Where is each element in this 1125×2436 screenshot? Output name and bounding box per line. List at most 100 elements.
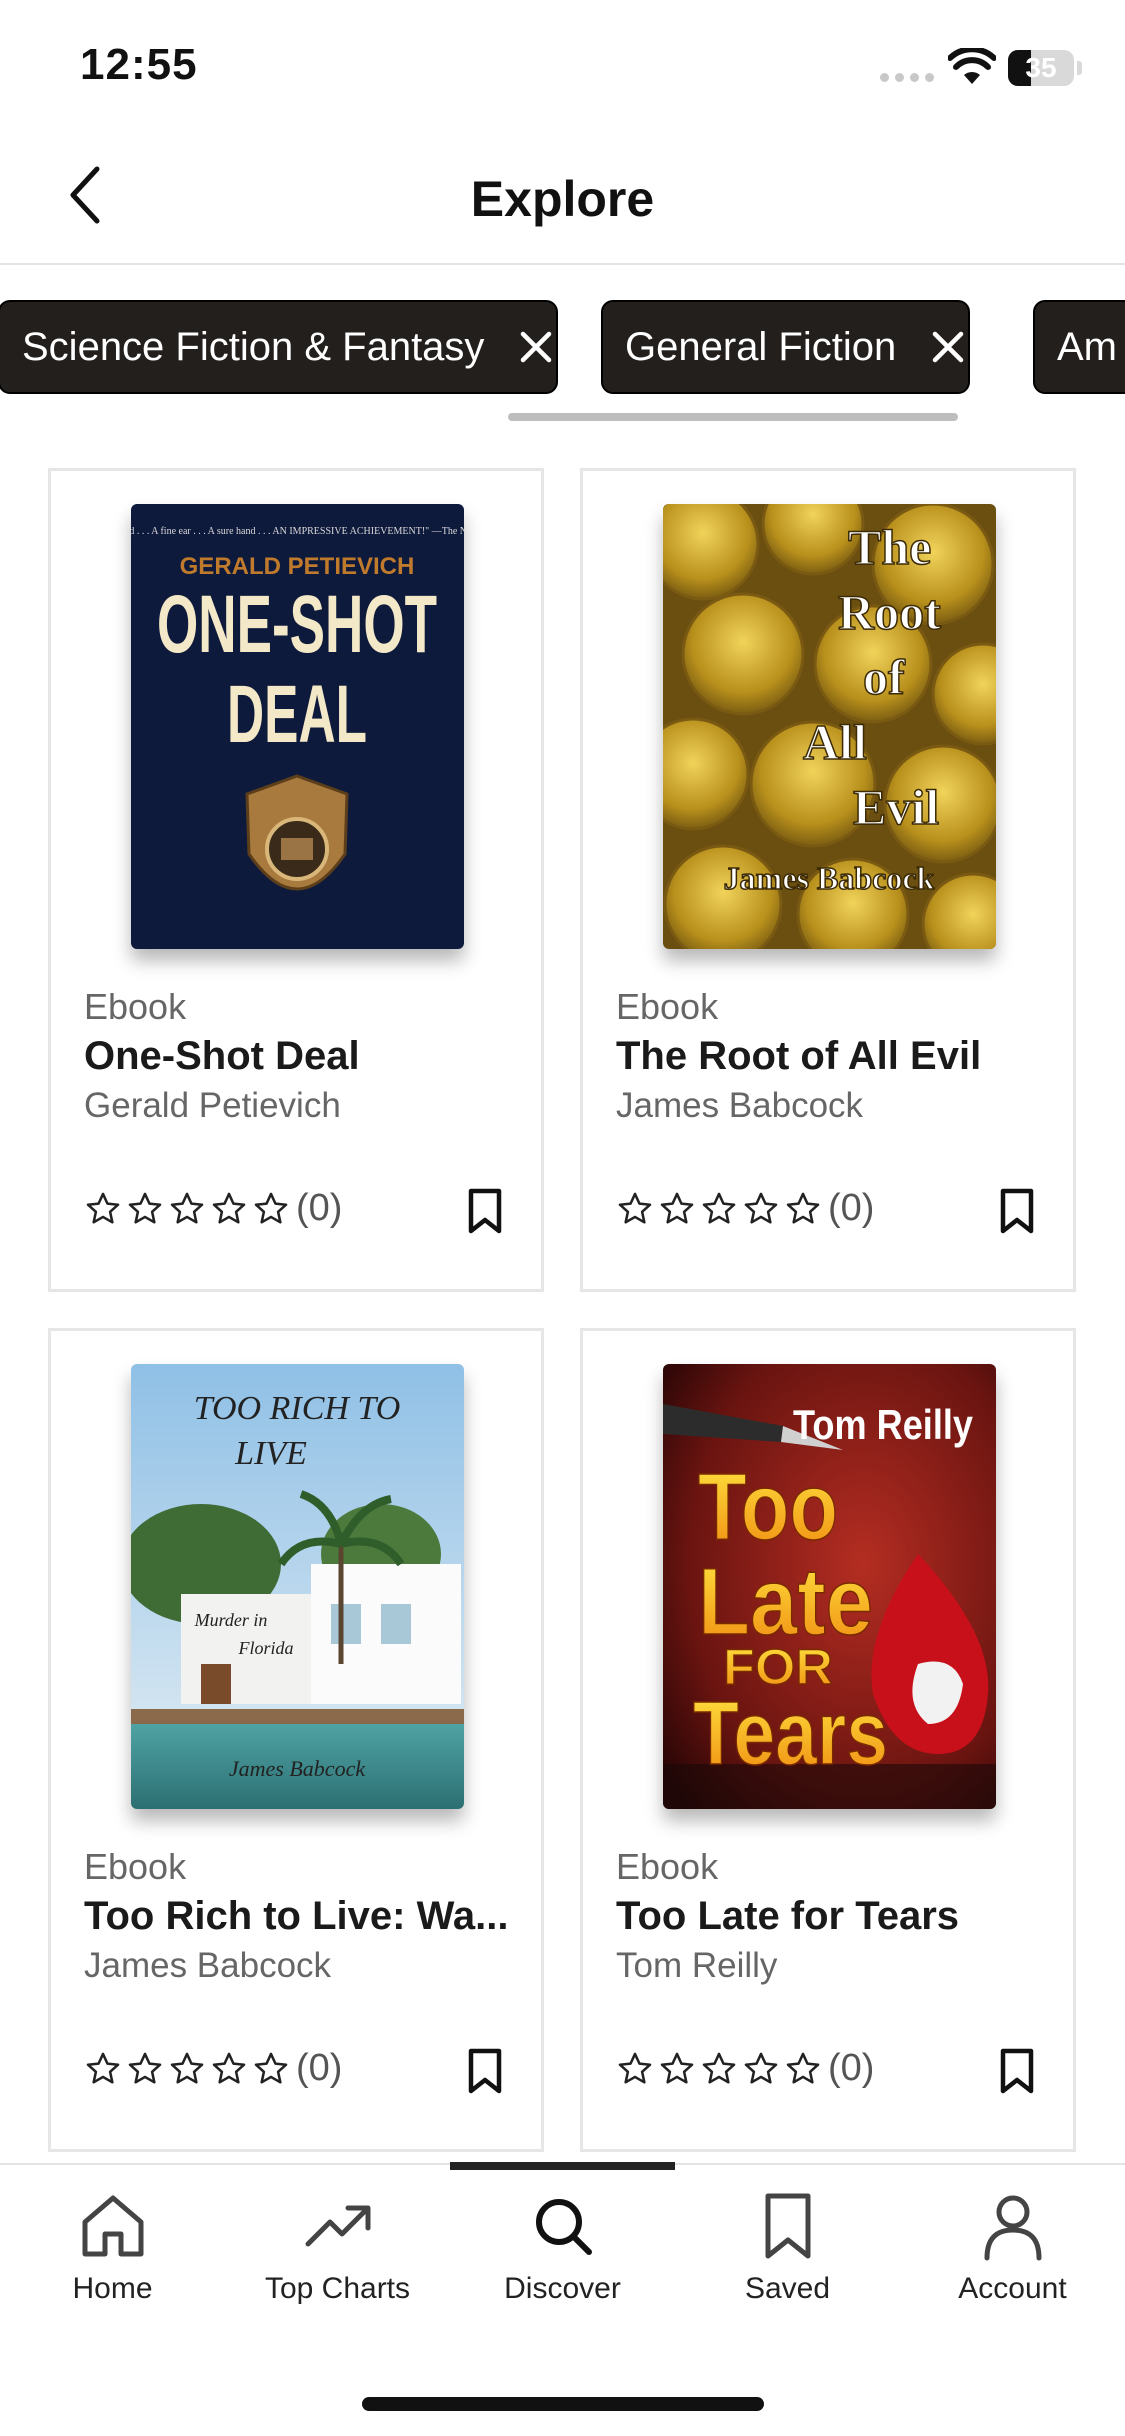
nav-item-account[interactable]: Account [900,2190,1125,2340]
chips-scroll-indicator [508,413,958,421]
trending-up-icon [305,2205,370,2247]
filter-chip-partial[interactable]: Am [1033,300,1125,394]
star-rating: (0) [616,1187,874,1230]
bookmark-button[interactable] [995,2046,1039,2096]
bookmark-button[interactable] [463,1186,507,1236]
bookmark-icon [1000,1188,1034,1234]
home-indicator [362,2397,764,2411]
cover-title-word: Tears [693,1684,888,1784]
star-icon [254,1192,288,1224]
bottom-nav: Home Top Charts Discover Saved Account [0,2162,1125,2436]
badge-image [245,774,349,891]
cover-title-2: DEAL [227,669,367,760]
star-icon [128,2052,162,2084]
cover-author: Tom Reilly [793,1401,974,1448]
search-icon [535,2199,592,2255]
star-icon [618,1192,652,1224]
nav-label: Saved [744,2272,831,2305]
star-icon [86,1192,120,1224]
book-cover[interactable]: "Unusually good . . . A fine ear . . . A… [131,504,464,949]
cover-title-2: LIVE [234,1435,307,1472]
bookmark-icon [1000,2048,1034,2094]
cover-title-word: Evil [853,779,939,835]
cover-subtitle: Murder in [194,1610,268,1630]
close-icon[interactable] [516,327,556,367]
filter-chip-label: General Fiction [625,324,897,369]
book-cover[interactable]: TOO RICH TO LIVE Murder in Florida James… [131,1364,464,1809]
bookmark-button[interactable] [995,1186,1039,1236]
cover-title-word: All [803,714,867,770]
battery-icon: 35 [1008,50,1082,86]
filter-chip-scifi-fantasy[interactable]: Science Fiction & Fantasy [0,300,559,394]
cover-title-word: The [848,519,931,575]
nav-label: Discover [504,2272,621,2305]
star-icon [170,1192,204,1224]
book-card[interactable]: TOO RICH TO LIVE Murder in Florida James… [48,1328,544,2152]
star-icon [128,1192,162,1224]
page-title: Explore [470,171,655,227]
person-icon [984,2195,1041,2261]
bookmark-button[interactable] [463,2046,507,2096]
rating-count: (0) [828,1187,875,1229]
book-card[interactable]: Tom Reilly Too Late FOR Tears Ebook Too … [580,1328,1076,2152]
star-icon [212,2052,246,2084]
rating-count: (0) [296,1187,343,1229]
star-icon [744,2052,778,2084]
filter-chip-label: Am [1057,324,1117,369]
nav-item-discover[interactable]: Discover [450,2190,675,2340]
house-icon [82,2195,143,2257]
status-time: 12:55 [80,40,198,89]
rating-count: (0) [296,2047,343,2089]
nav-item-top-charts[interactable]: Top Charts [225,2190,450,2340]
bookmark-icon [468,2048,502,2094]
star-icon [702,2052,736,2084]
cellular-signal-icon [880,73,934,82]
nav-item-saved[interactable]: Saved [675,2190,900,2340]
rating-count: (0) [828,2047,875,2089]
bookmark-icon [765,2193,810,2259]
book-author: James Babcock [84,1946,332,1985]
cover-title: TOO RICH TO [194,1390,401,1427]
book-author: Tom Reilly [616,1946,778,1985]
book-card[interactable]: "Unusually good . . . A fine ear . . . A… [48,468,544,1292]
book-cover[interactable]: Tom Reilly Too Late FOR Tears [663,1364,996,1809]
cover-author: James Babcock [724,860,935,896]
cover-title-word: of [863,649,906,705]
book-title: One-Shot Deal [84,1034,360,1078]
nav-label: Home [72,2272,153,2305]
star-icon [786,2052,820,2084]
status-bar: 12:55 35 [0,0,1125,130]
book-title: Too Rich to Live: Wa... [84,1894,509,1938]
book-format: Ebook [616,986,719,1027]
star-icon [744,1192,778,1224]
book-format: Ebook [84,1846,187,1887]
book-title: The Root of All Evil [616,1034,982,1078]
star-icon [254,2052,288,2084]
filter-chips: Science Fiction & Fantasy General Fictio… [0,300,1125,396]
filter-chip-general-fiction[interactable]: General Fiction [601,300,971,394]
book-author: Gerald Petievich [84,1086,341,1125]
cover-title-word: Root [838,584,941,640]
battery-level: 35 [1025,52,1057,83]
star-rating: (0) [84,1187,342,1230]
star-icon [660,1192,694,1224]
star-icon [660,2052,694,2084]
star-icon [212,1192,246,1224]
cover-quote: "Unusually good . . . A fine ear . . . A… [131,526,464,537]
book-author: James Babcock [616,1086,864,1125]
bookmark-icon [468,1188,502,1234]
book-title: Too Late for Tears [616,1894,960,1938]
nav-label: Account [958,2272,1067,2305]
book-card[interactable]: The Root of All Evil James Babcock Ebook… [580,468,1076,1292]
close-icon[interactable] [928,327,968,367]
cover-subtitle-2: Florida [237,1638,293,1658]
star-rating: (0) [84,2047,342,2090]
star-icon [86,2052,120,2084]
book-cover[interactable]: The Root of All Evil James Babcock [663,504,996,949]
nav-item-home[interactable]: Home [0,2190,225,2340]
cover-author: GERALD PETIEVICH [180,553,415,580]
header: Explore [0,130,1125,265]
star-icon [702,1192,736,1224]
star-rating: (0) [616,2047,874,2090]
wifi-icon [948,48,996,84]
